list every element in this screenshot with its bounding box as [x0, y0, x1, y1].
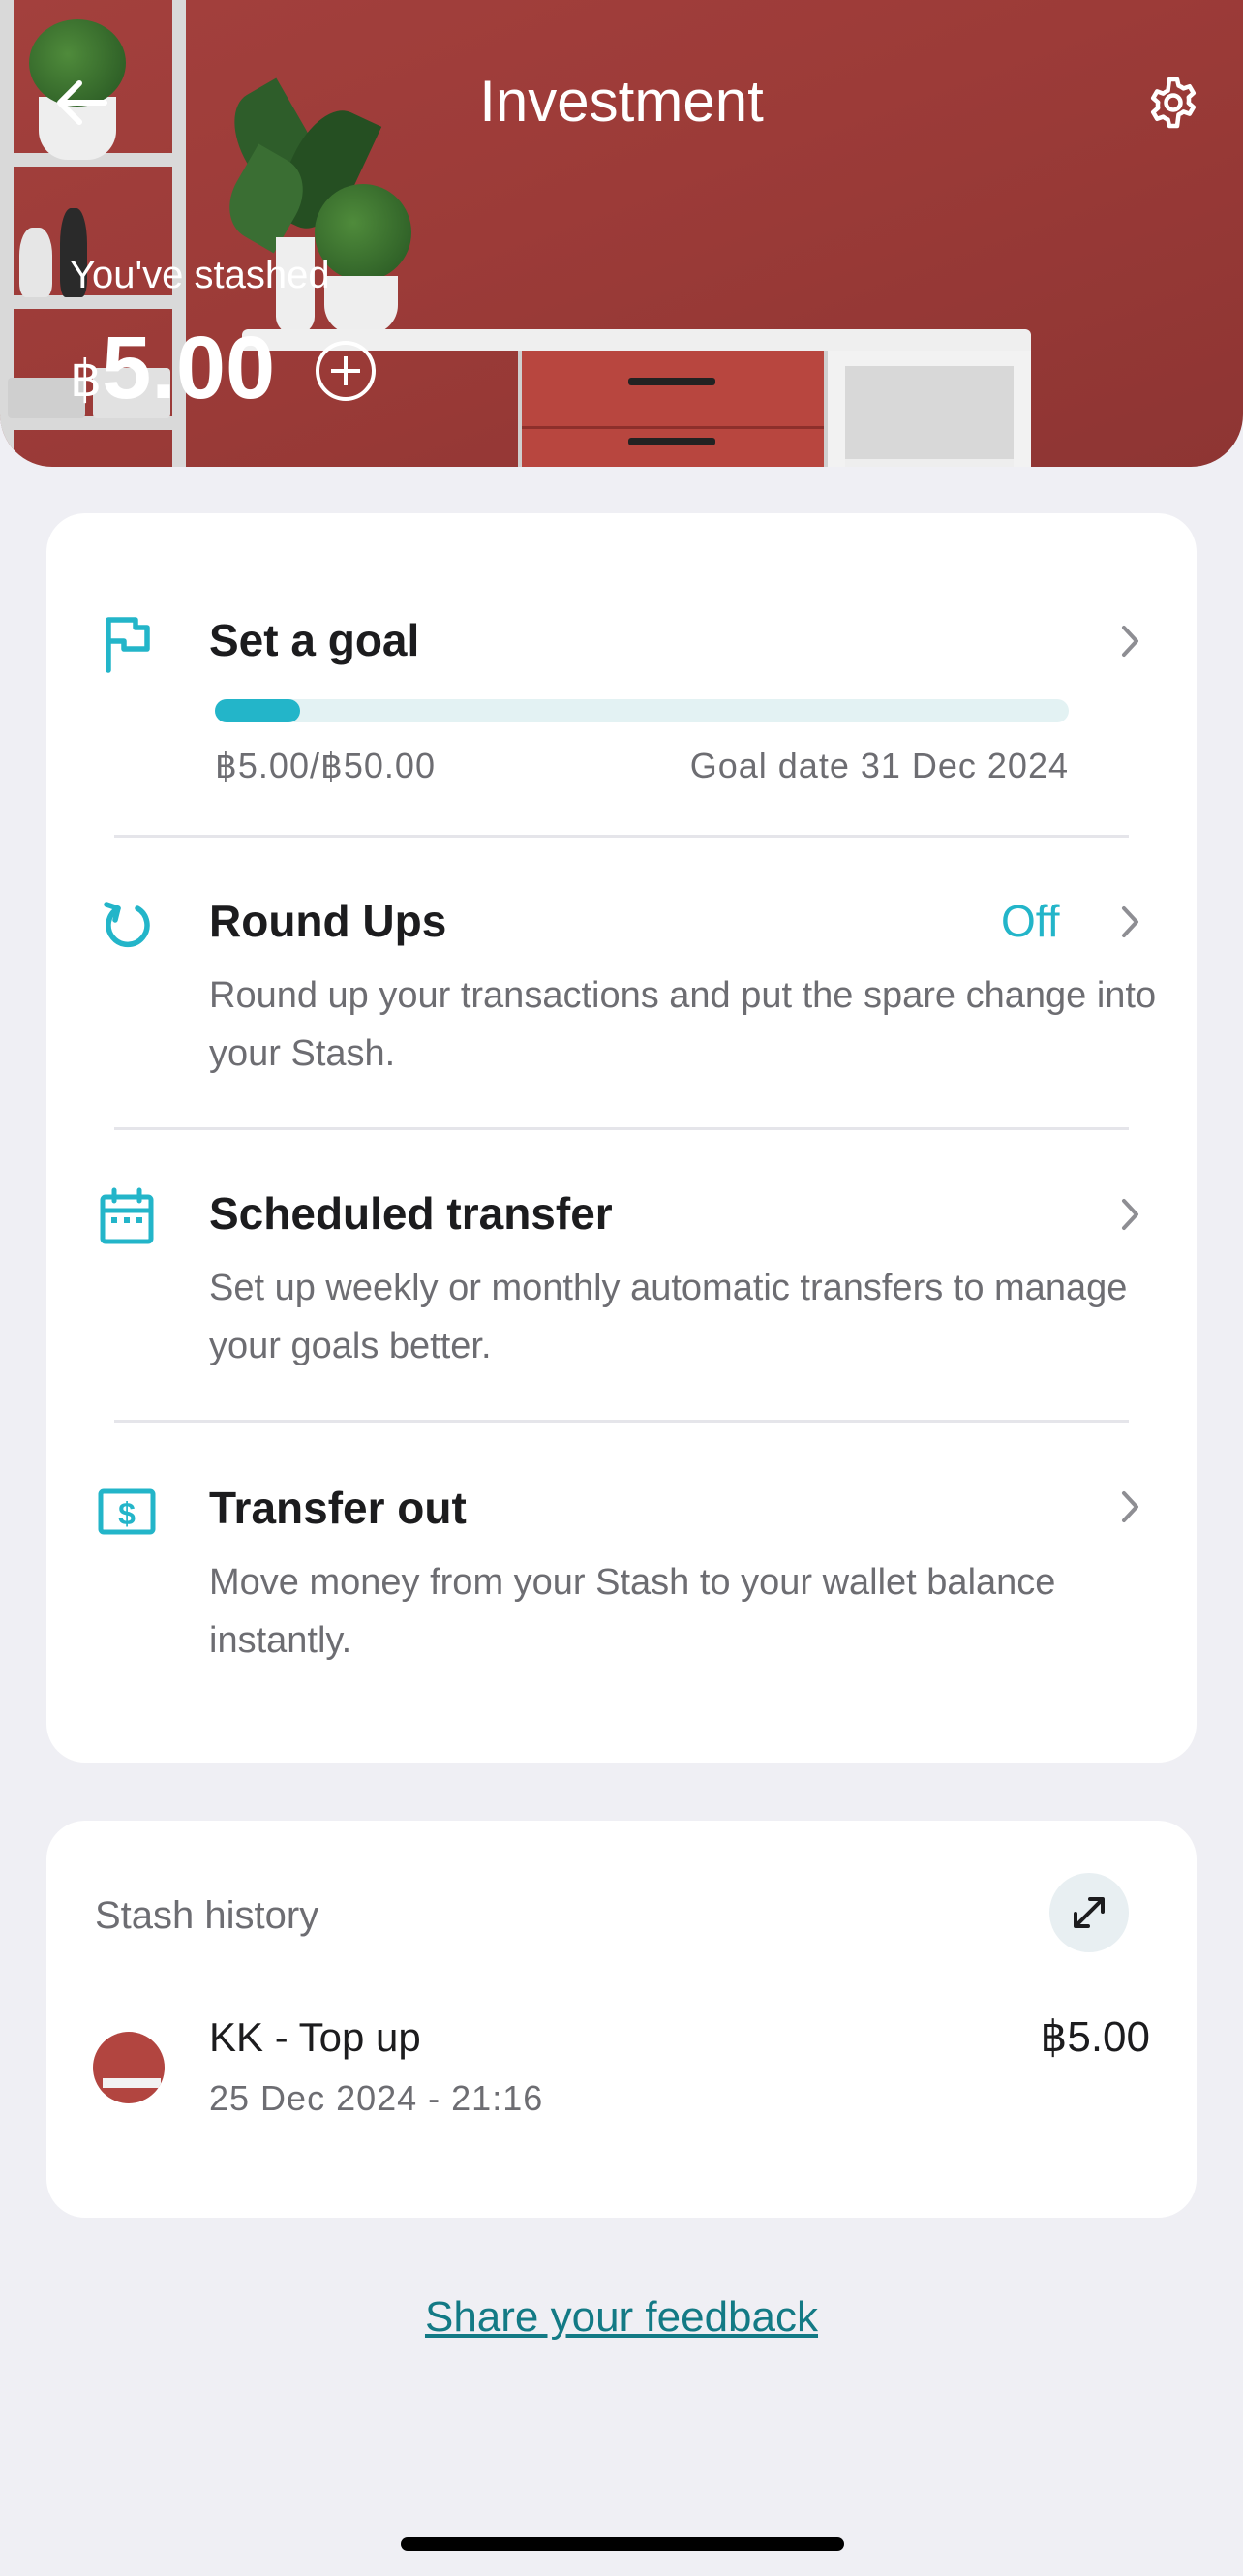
set-goal-row[interactable]: Set a goal ฿5.00/฿50.00 Goal date 31 Dec… [46, 513, 1197, 833]
round-ups-title: Round Ups [209, 896, 447, 946]
stash-balance: ฿5.00 [70, 320, 275, 428]
stashed-label: You've stashed [70, 254, 330, 296]
transfer-out-row[interactable]: $ Transfer out Move money from your Stas… [46, 1424, 1197, 1733]
transfer-out-title: Transfer out [209, 1483, 467, 1533]
divider [114, 1420, 1129, 1423]
scheduled-transfer-title: Scheduled transfer [209, 1188, 613, 1239]
set-goal-title: Set a goal [209, 615, 420, 665]
expand-history-button[interactable] [1049, 1873, 1129, 1952]
chevron-right-icon [1122, 1491, 1138, 1522]
chevron-right-icon [1122, 626, 1138, 657]
add-money-button[interactable] [316, 341, 376, 401]
transaction-amount: ฿5.00 [1040, 2013, 1150, 2061]
transaction-title: KK - Top up [209, 2014, 421, 2060]
chevron-right-icon [1122, 906, 1138, 937]
currency-symbol: ฿ [70, 352, 103, 408]
calendar-icon [100, 1187, 154, 1244]
expand-icon [1074, 1897, 1105, 1928]
stash-history-title: Stash history [95, 1894, 319, 1937]
transfer-out-description: Move money from your Stash to your walle… [209, 1562, 1056, 1661]
round-ups-description: Round up your transactions and put the s… [209, 975, 1157, 1074]
header-banner: Investment You've stashed ฿5.00 [0, 0, 1243, 467]
settings-button[interactable] [1146, 76, 1200, 130]
goal-progress-fill [215, 699, 301, 722]
share-feedback-link[interactable]: Share your feedback [0, 2293, 1243, 2342]
goal-progress-text: ฿5.00/฿50.00 [215, 746, 436, 785]
goal-progress-bar [215, 699, 1069, 722]
scheduled-transfer-row[interactable]: Scheduled transfer Set up weekly or mont… [46, 1131, 1197, 1422]
scheduled-transfer-description: Set up weekly or monthly automatic trans… [209, 1268, 1128, 1366]
flag-icon [106, 617, 150, 673]
round-ups-status: Off [1001, 896, 1060, 946]
transaction-date: 25 Dec 2024 - 21:16 [209, 2078, 544, 2118]
gear-icon [1150, 77, 1197, 129]
page-title: Investment [479, 69, 764, 134]
refresh-icon [104, 902, 150, 947]
transaction-thumbnail [93, 2032, 165, 2103]
decor-pot [324, 276, 398, 334]
svg-text:$: $ [118, 1496, 136, 1531]
divider [114, 835, 1129, 838]
stash-history-card: Stash history KK - Top up 25 Dec 2024 - … [46, 1821, 1197, 2218]
dollar-bill-icon: $ [98, 1488, 156, 1535]
home-indicator[interactable] [401, 2537, 844, 2551]
balance-value: 5.00 [102, 319, 276, 417]
round-ups-row[interactable]: Round Ups Off Round up your transactions… [46, 839, 1197, 1129]
goal-date: Goal date 31 Dec 2024 [689, 746, 1069, 785]
actions-card: Set a goal ฿5.00/฿50.00 Goal date 31 Dec… [46, 513, 1197, 1763]
divider [114, 1127, 1129, 1130]
chevron-right-icon [1122, 1199, 1138, 1230]
